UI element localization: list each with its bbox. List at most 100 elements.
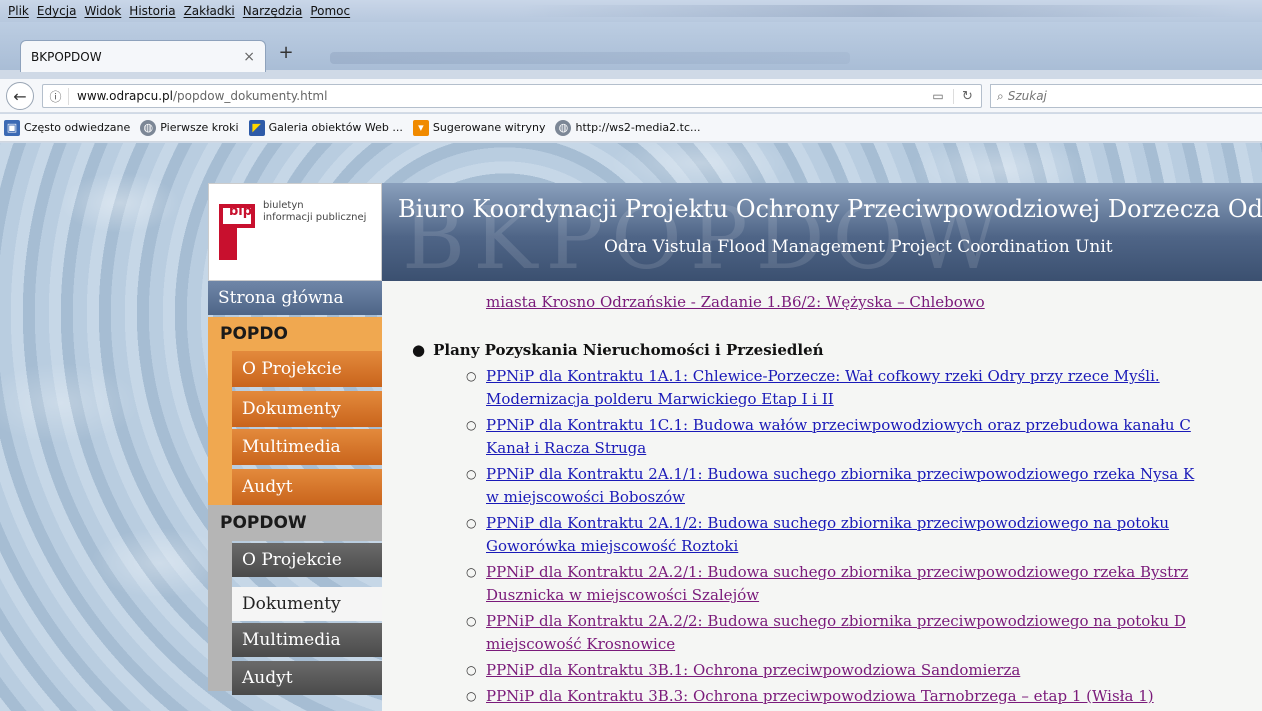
document-link-line: Kanał i Racza Struga <box>486 439 647 457</box>
page-viewport: bip biuletyn informacji publicznej BKPOP… <box>0 143 1262 711</box>
reload-icon[interactable]: ↻ <box>953 88 981 104</box>
nav-popdo-dokumenty[interactable]: Dokumenty <box>232 391 382 427</box>
list-item: ○ PPNiP dla Kontraktu 3B.3: Ochrona przec… <box>466 685 1262 708</box>
document-link[interactable]: PPNiP dla Kontraktu 2A.1/1: Budowa suche… <box>486 463 1262 509</box>
list-item: ○ PPNiP dla Kontraktu 3B.1: Ochrona przec… <box>466 659 1262 682</box>
document-link-line: PPNiP dla Kontraktu 2A.2/1: Budowa suche… <box>486 563 1189 581</box>
menu-list: Plik Edycja Widok Historia Zakładki Narz… <box>0 4 354 18</box>
nav-popdow-o-projekcie[interactable]: O Projekcie <box>232 543 382 577</box>
tab-title: BKPOPDOW <box>31 49 102 64</box>
site-banner: BKPOPDOW Biuro Koordynacji Projektu Ochr… <box>382 183 1262 281</box>
url-domain: www.odrapcu.pl <box>77 89 173 103</box>
document-list: ○ PPNiP dla Kontraktu 1A.1: Chlewice-Porz… <box>466 365 1262 711</box>
document-link[interactable]: PPNiP dla Kontraktu 1C.1: Budowa wałów p… <box>486 414 1262 460</box>
tab-bkpopdow[interactable]: BKPOPDOW × <box>20 40 266 72</box>
bip-logo-link[interactable]: bip biuletyn informacji publicznej <box>208 183 382 281</box>
menu-plik[interactable]: Plik <box>4 4 33 18</box>
navigation-bar: ← ⓘ www.odrapcu.pl/popdow_dokumenty.html… <box>0 79 1262 113</box>
document-link-line: PPNiP dla Kontraktu 1A.1: Chlewice-Porze… <box>486 367 1160 385</box>
document-link[interactable]: PPNiP dla Kontraktu 1A.1: Chlewice-Porze… <box>486 365 1262 411</box>
bip-caption-text: biuletyn informacji publicznej <box>263 200 367 223</box>
circle-bullet-icon: ○ <box>466 467 477 481</box>
address-bar[interactable]: ⓘ www.odrapcu.pl/popdow_dokumenty.html ▭… <box>42 84 982 108</box>
popdo-rail <box>208 351 232 505</box>
nav-popdo-audyt[interactable]: Audyt <box>232 469 382 505</box>
search-icon: ⌕ <box>997 88 1004 103</box>
url-path: /popdow_dokumenty.html <box>173 89 328 103</box>
nav-section-popdow[interactable]: POPDOW <box>208 505 382 541</box>
nav-popdow-audyt[interactable]: Audyt <box>232 661 382 695</box>
circle-bullet-icon: ○ <box>466 689 477 703</box>
document-link-line: PPNiP dla Kontraktu 3B.3: Ochrona przeci… <box>486 687 1154 705</box>
menu-edycja[interactable]: Edycja <box>33 4 81 18</box>
menu-zakladki[interactable]: Zakładki <box>180 4 239 18</box>
menu-historia[interactable]: Historia <box>125 4 179 18</box>
list-item: ○ PPNiP dla Kontraktu 2A.2/1: Budowa such… <box>466 561 1262 607</box>
document-link-line: PPNiP dla Kontraktu 1C.1: Budowa wałów p… <box>486 416 1191 434</box>
bookmark-suggested-sites[interactable]: ▾ Sugerowane witryny <box>412 119 546 136</box>
search-box[interactable]: ⌕ <box>990 84 1262 108</box>
bip-caption: biuletyn informacji publicznej <box>263 200 366 224</box>
nav-popdo-multimedia[interactable]: Multimedia <box>232 429 382 465</box>
document-link-line: Dusznicka w miejscowości Szalejów <box>486 586 760 604</box>
reader-view-icon[interactable]: ▭ <box>923 89 953 103</box>
document-link[interactable]: PPNiP dla Kontraktu 3B.1: Ochrona przeci… <box>486 659 1262 682</box>
menu-pomoc[interactable]: Pomoc <box>306 4 354 18</box>
bookmarks-bar: ▣ Często odwiedzane ◍ Pierwsze kroki ◤ Gale… <box>0 114 1262 142</box>
document-link-line: PPNiP dla Kontraktu 3B.1: Ochrona przeci… <box>486 661 1021 679</box>
bookmark-web-gallery[interactable]: ◤ Galeria obiektów Web ... <box>248 119 403 136</box>
nav-popdow-dokumenty[interactable]: Dokumenty <box>232 587 382 621</box>
bookmark-label: Galeria obiektów Web ... <box>268 121 403 134</box>
search-input[interactable] <box>1007 89 1228 103</box>
close-tab-icon[interactable]: × <box>243 49 255 65</box>
globe-icon: ◍ <box>555 119 572 136</box>
document-link-line: miejscowość Krosnowice <box>486 635 676 653</box>
menu-bar: Plik Edycja Widok Historia Zakładki Narz… <box>0 0 1262 22</box>
bookmark-first-steps[interactable]: ◍ Pierwsze kroki <box>140 119 239 136</box>
document-link-line: Goworówka miejscowość Roztoki <box>486 537 739 555</box>
document-link[interactable]: PPNiP dla Kontraktu 2A.2/2: Budowa suche… <box>486 610 1262 656</box>
back-arrow-icon: ← <box>13 86 27 106</box>
site-subtitle: Odra Vistula Flood Management Project Co… <box>604 237 1113 257</box>
site-info-icon[interactable]: ⓘ <box>43 87 69 105</box>
section-heading-text: Plany Pozyskania Nieruchomości i Przesie… <box>433 341 824 359</box>
web-gallery-icon: ◤ <box>248 119 265 136</box>
new-tab-button[interactable]: + <box>276 42 296 63</box>
bookmark-label: http://ws2-media2.tc... <box>575 121 701 134</box>
nav-section-popdo[interactable]: POPDO <box>208 317 382 351</box>
main-content: miasta Krosno Odrzańskie - Zadanie 1.B6/… <box>382 281 1262 711</box>
document-link-line: Modernizacja polderu Marwickiego Etap I … <box>486 390 834 408</box>
circle-bullet-icon: ○ <box>466 614 477 628</box>
document-link[interactable]: PPNiP dla Kontraktu 2A.1/2: Budowa suche… <box>486 512 1262 558</box>
suggested-sites-icon: ▾ <box>412 119 429 136</box>
document-link-line: PPNiP dla Kontraktu 2A.1/1: Budowa suche… <box>486 465 1195 483</box>
site-title: Biuro Koordynacji Projektu Ochrony Przec… <box>398 195 1262 223</box>
circle-bullet-icon: ○ <box>466 418 477 432</box>
circle-bullet-icon: ○ <box>466 663 477 677</box>
bookmark-label: Pierwsze kroki <box>160 121 239 134</box>
section-heading: ● Plany Pozyskania Nieruchomości i Przes… <box>412 341 824 359</box>
menu-widok[interactable]: Widok <box>80 4 125 18</box>
nav-popdo-o-projekcie[interactable]: O Projekcie <box>232 351 382 387</box>
document-link[interactable]: PPNiP dla Kontraktu 3B.3: Ochrona przeci… <box>486 685 1262 708</box>
back-button[interactable]: ← <box>6 82 34 110</box>
list-item: ○ PPNiP dla Kontraktu 2A.1/1: Budowa such… <box>466 463 1262 509</box>
document-link-top[interactable]: miasta Krosno Odrzańskie - Zadanie 1.B6/… <box>486 293 985 311</box>
document-link[interactable]: PPNiP dla Kontraktu 2A.2/1: Budowa suche… <box>486 561 1262 607</box>
window-title-blur <box>520 5 1240 17</box>
bookmark-label: Sugerowane witryny <box>432 121 546 134</box>
blurred-tabs <box>330 52 850 64</box>
list-item: ○ PPNiP dla Kontraktu 1A.1: Chlewice-Porz… <box>466 365 1262 411</box>
nav-home[interactable]: Strona główna <box>208 281 382 315</box>
circle-bullet-icon: ○ <box>466 516 477 530</box>
url-text[interactable]: www.odrapcu.pl/popdow_dokumenty.html <box>69 89 923 103</box>
list-item: ○ PPNiP dla Kontraktu 2A.2/2: Budowa such… <box>466 610 1262 656</box>
bookmark-label: Często odwiedzane <box>24 121 131 134</box>
document-link-line: PPNiP dla Kontraktu 2A.2/2: Budowa suche… <box>486 612 1186 630</box>
bip-word: bip <box>229 204 253 219</box>
menu-narzedzia[interactable]: Narzędzia <box>239 4 307 18</box>
nav-popdow-multimedia[interactable]: Multimedia <box>232 623 382 657</box>
bookmark-ws2-media[interactable]: ◍ http://ws2-media2.tc... <box>555 119 701 136</box>
bookmark-often-visited[interactable]: ▣ Często odwiedzane <box>4 119 131 136</box>
list-item: ○ PPNiP dla Kontraktu 1C.1: Budowa wałów … <box>466 414 1262 460</box>
